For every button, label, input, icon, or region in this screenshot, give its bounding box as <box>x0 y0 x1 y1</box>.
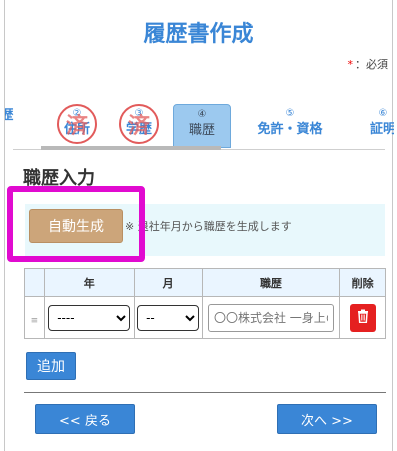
auto-generate-button[interactable]: 自動生成 <box>29 209 123 243</box>
tabs-scrollbar[interactable] <box>41 146 221 150</box>
header-delete: 削除 <box>339 268 386 297</box>
tab-label: 職歴 <box>188 123 215 138</box>
next-button[interactable]: 次へ >> <box>277 404 377 434</box>
required-mark: * <box>347 58 354 71</box>
header-job: 職歴 <box>201 268 341 297</box>
tab-label: 歴 <box>5 108 14 123</box>
tab-photo[interactable]: ⑥ 証明 <box>361 104 394 148</box>
year-cell: ---- <box>43 296 135 339</box>
tab-education[interactable]: 済 ③ 学歴 <box>111 104 167 148</box>
table-row: ≡ ---- -- <box>24 296 386 339</box>
required-text: ：必須 <box>355 58 388 71</box>
tab-address[interactable]: 済 ② 住所 <box>49 104 105 148</box>
completed-stamp: 済 <box>127 114 150 139</box>
header-month: 月 <box>133 268 203 297</box>
page-title: 履歴書作成 <box>143 22 254 47</box>
year-select[interactable]: ---- <box>48 304 131 331</box>
tab-num: ⑥ <box>378 108 388 119</box>
auto-generate-note: ※ 退社年月から職歴を生成します <box>125 220 292 233</box>
bottom-divider <box>24 392 386 393</box>
drag-handle-icon[interactable]: ≡ <box>31 316 39 326</box>
tab-num: ④ <box>197 109 207 120</box>
delete-cell <box>339 296 386 339</box>
tab-label: 証明 <box>369 122 394 137</box>
table-header-row: 年 月 職歴 削除 <box>24 268 386 297</box>
tab-career[interactable]: ④ 職歴 <box>173 104 231 148</box>
career-table: 年 月 職歴 削除 ≡ ---- -- <box>24 268 386 339</box>
job-cell <box>201 296 341 339</box>
header-year: 年 <box>43 268 135 297</box>
job-input[interactable] <box>207 303 334 332</box>
trash-icon <box>357 309 368 324</box>
back-button[interactable]: << 戻る <box>35 404 135 434</box>
form-frame: 履歴書作成 *：必須 歴 済 ② 住所 済 ③ 学歴 ④ 職歴 ⑤ 免許・資格 <box>4 0 394 451</box>
delete-row-button[interactable] <box>349 303 376 332</box>
tab-label: 免許・資格 <box>257 122 323 137</box>
step-tabs: 歴 済 ② 住所 済 ③ 学歴 ④ 職歴 ⑤ 免許・資格 ⑥ 証明 <box>5 104 394 148</box>
add-row-button[interactable]: 追加 <box>26 352 76 380</box>
required-note: * ：必須 <box>348 56 389 72</box>
tab-num: ⑤ <box>285 108 295 119</box>
month-select[interactable]: -- <box>137 304 200 331</box>
month-cell: -- <box>133 296 203 339</box>
completed-stamp: 済 <box>65 114 88 139</box>
drag-handle-cell: ≡ <box>24 296 45 339</box>
header-handle <box>24 268 45 297</box>
tab-history[interactable]: 歴 <box>5 104 19 148</box>
tab-licenses[interactable]: ⑤ 免許・資格 <box>245 104 335 148</box>
